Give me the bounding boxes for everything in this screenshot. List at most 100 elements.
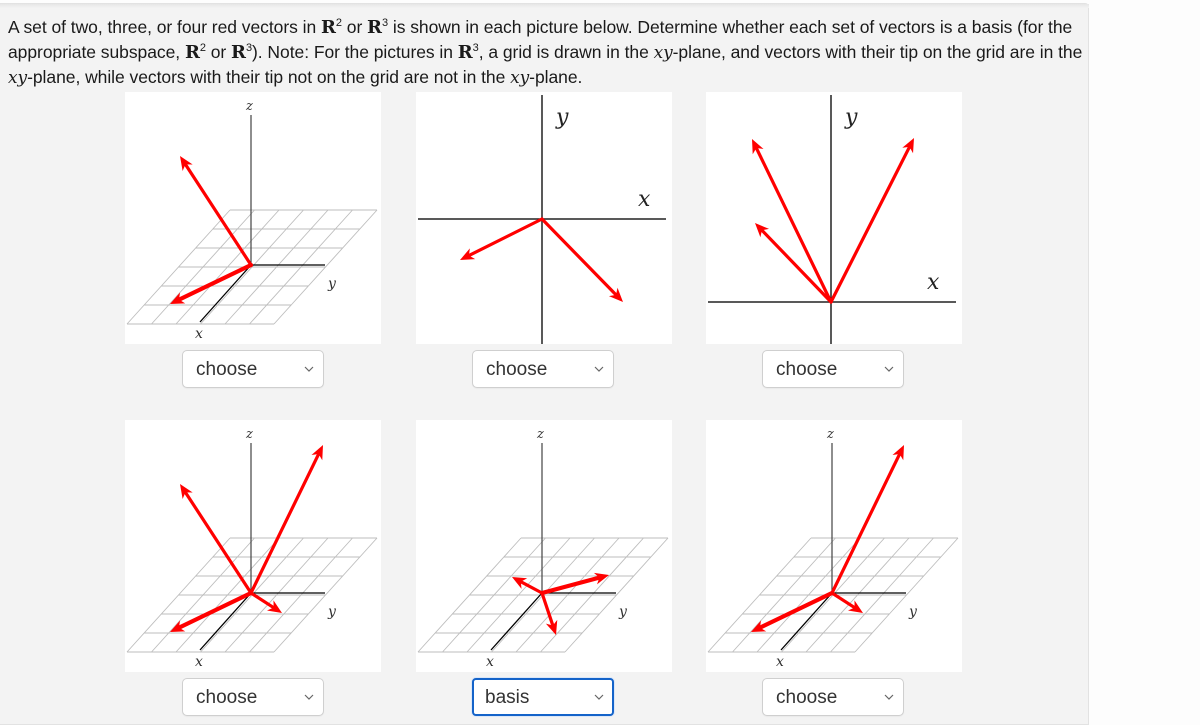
x-axis	[780, 592, 833, 651]
z-axis-label: z	[826, 427, 834, 442]
figure-3: y x	[706, 92, 962, 344]
vector-3	[170, 590, 254, 632]
figure-3-canvas: y x	[708, 95, 956, 344]
select-value: basis	[485, 687, 530, 708]
figure-2-canvas: y x	[418, 95, 666, 344]
figure-5: z y x	[416, 420, 672, 672]
answer-select-5[interactable]: basis	[472, 678, 614, 716]
vector-shaft	[539, 575, 601, 596]
select-value: choose	[486, 359, 548, 380]
x-axis	[490, 592, 543, 651]
math-xy: xy	[653, 43, 673, 63]
select-value: choose	[196, 687, 258, 708]
figure-6: z y x	[706, 420, 962, 672]
question-text-part: , a grid is drawn in the	[478, 42, 654, 62]
select-value: choose	[776, 359, 838, 380]
answer-select-1[interactable]: choose	[182, 350, 324, 388]
select-value: choose	[776, 687, 838, 708]
answer-select-2[interactable]: choose	[472, 350, 614, 388]
answer-select-4[interactable]: choose	[182, 678, 324, 716]
math-xy: xy	[510, 68, 530, 88]
z-axis-label: z	[245, 99, 253, 114]
x-axis-label: x	[486, 654, 494, 670]
x-axis-label: x	[638, 187, 651, 212]
arrowhead-icon	[180, 156, 193, 172]
select-value: choose	[196, 359, 258, 380]
vector-shaft	[468, 217, 544, 257]
vector-3	[830, 591, 863, 613]
question-text-part: -plane, and vectors with their tip on th…	[672, 42, 1083, 62]
vector-shaft	[177, 590, 254, 630]
vector-shaft	[761, 229, 833, 304]
z-axis-label: z	[536, 427, 544, 442]
vector-shaft	[177, 262, 254, 302]
arrowhead-icon	[266, 600, 282, 613]
vector-shaft	[540, 591, 555, 627]
vector-shaft	[829, 146, 911, 304]
question-text-part: or	[205, 42, 232, 62]
figure-1: z y x	[125, 92, 381, 344]
y-axis-label: y	[327, 604, 337, 620]
y-axis-label: y	[327, 276, 337, 292]
chevron-down-icon	[594, 694, 604, 700]
figure-1-canvas: z y x	[126, 99, 378, 342]
vector-1	[460, 217, 544, 260]
math-R: R	[231, 42, 246, 63]
y-axis-label: y	[844, 105, 858, 130]
figure-6-canvas: z y x	[707, 427, 959, 670]
chevron-down-icon	[594, 366, 604, 372]
arrowhead-icon	[180, 484, 193, 500]
vector-shaft	[249, 453, 320, 595]
chevron-down-icon	[304, 366, 314, 372]
vector-4	[249, 591, 282, 613]
vector-shaft	[758, 590, 835, 630]
math-R: R	[320, 17, 336, 38]
question-text-part: A set of two, three, or four red vectors…	[8, 17, 321, 37]
vector-1	[752, 139, 833, 304]
vector-2	[249, 445, 323, 595]
question-text-part: -plane.	[529, 67, 583, 87]
xy-grid	[126, 209, 378, 325]
question-text-part: or	[341, 17, 368, 37]
vector-shaft	[540, 217, 617, 296]
vector-shaft	[755, 147, 833, 304]
answer-select-3[interactable]: choose	[762, 350, 904, 388]
figure-4: z y x	[125, 420, 381, 672]
z-axis-label: z	[245, 427, 253, 442]
vector-2	[755, 223, 833, 304]
x-axis	[199, 264, 252, 323]
chevron-down-icon	[884, 694, 894, 700]
vector-2	[751, 590, 835, 632]
vector-1	[180, 484, 253, 595]
y-axis-label: y	[618, 604, 628, 620]
vector-2	[540, 217, 623, 302]
y-axis-label: y	[908, 604, 918, 620]
question-text: A set of two, three, or four red vectors…	[8, 15, 1083, 90]
answer-select-6[interactable]: choose	[762, 678, 904, 716]
math-xy: xy	[8, 68, 28, 88]
question-text-part: ). Note: For the pictures in	[252, 42, 458, 62]
math-R: R	[184, 42, 200, 63]
figure-2: y x	[416, 92, 672, 344]
math-R: R	[367, 17, 382, 38]
chevron-down-icon	[304, 694, 314, 700]
question-text-part: -plane, while vectors with their tip not…	[27, 67, 511, 87]
chevron-down-icon	[884, 366, 894, 372]
x-axis-label: x	[195, 654, 203, 670]
vector-1	[512, 577, 544, 595]
vector-3	[829, 138, 914, 304]
x-axis-label: x	[195, 326, 203, 342]
vector-shaft	[830, 453, 901, 595]
vector-1	[180, 156, 253, 267]
x-axis	[199, 592, 252, 651]
vector-1	[830, 445, 904, 595]
figure-5-canvas: z y x	[417, 427, 669, 670]
arrowhead-icon	[847, 600, 863, 613]
panel-top-shade	[0, 4, 1089, 8]
vector-2	[170, 262, 254, 304]
x-axis-label: x	[776, 654, 784, 670]
figure-4-canvas: z y x	[126, 427, 378, 670]
math-R: R	[457, 42, 473, 63]
y-axis-label: y	[555, 105, 569, 130]
x-axis-label: x	[927, 270, 940, 295]
